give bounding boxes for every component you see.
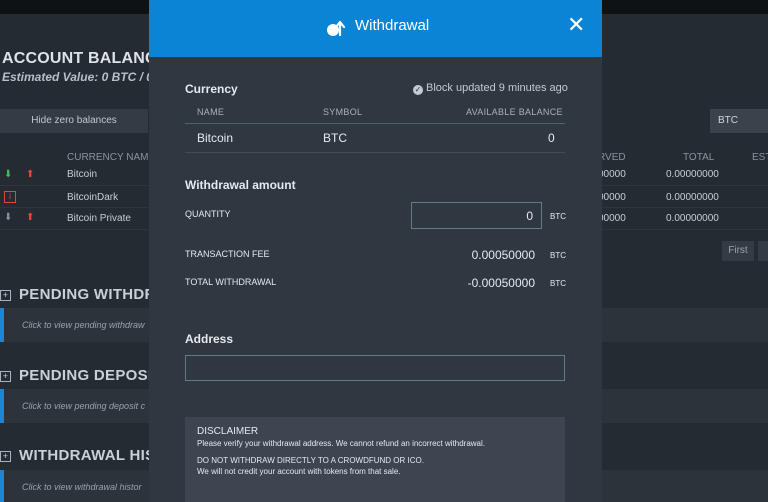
modal-header: Withdrawal ✕ (149, 0, 602, 57)
withdrawal-amount-label: Withdrawal amount (185, 178, 296, 192)
expand-icon[interactable]: + (0, 371, 11, 382)
next-page-button[interactable] (758, 241, 768, 261)
currency-name: BitcoinDark (67, 192, 119, 203)
check-circle-icon: ✓ (413, 85, 423, 95)
total-unit: BTC (550, 279, 566, 288)
table-divider (185, 123, 565, 124)
header-symbol: SYMBOL (323, 107, 363, 117)
section-hint: Click to view withdrawal histor (22, 482, 142, 492)
first-page-button[interactable]: First (722, 241, 754, 261)
section-pending-withdrawals-title[interactable]: + PENDING WITHDRA (0, 286, 167, 303)
deposit-icon[interactable]: ⬇ (4, 212, 12, 223)
column-currency-name[interactable]: CURRENCY NAME (67, 152, 155, 163)
reserved-value: 00000 (598, 213, 626, 224)
estimated-value: Estimated Value: 0 BTC / 0 (2, 70, 153, 84)
expand-icon[interactable]: + (0, 290, 11, 301)
header-available-balance: AVAILABLE BALANCE (466, 107, 563, 117)
reserved-value: 00000 (598, 169, 626, 180)
withdrawal-modal: Withdrawal ✕ Currency ✓ Block updated 9 m… (149, 0, 602, 502)
expand-icon[interactable]: + (0, 451, 11, 462)
fee-unit: BTC (550, 251, 566, 260)
accent-bar (0, 470, 4, 502)
quantity-label: QUANTITY (185, 209, 231, 219)
column-est[interactable]: EST (752, 152, 768, 163)
transaction-fee-label: TRANSACTION FEE (185, 249, 270, 259)
reserved-value: 00000 (598, 192, 626, 203)
quantity-input[interactable] (411, 202, 542, 229)
deposit-icon[interactable]: ⬇ (4, 169, 12, 180)
section-withdrawal-history-title[interactable]: + WITHDRAWAL HIS (0, 447, 155, 464)
address-input[interactable] (185, 355, 565, 381)
withdrawal-icon (327, 20, 346, 37)
disclaimer-title: DISCLAIMER (197, 426, 259, 437)
disclaimer-text: Please verify your withdrawal address. W… (197, 439, 485, 448)
total-withdrawal-label: TOTAL WITHDRAWAL (185, 277, 277, 287)
total-value: 0.00000000 (666, 192, 719, 203)
accent-bar (0, 308, 4, 342)
total-value: 0.00000000 (666, 169, 719, 180)
available-balance-cell: 0 (548, 131, 555, 145)
address-label: Address (185, 332, 234, 346)
table-divider (185, 152, 565, 153)
total-withdrawal-value: -0.00050000 (467, 276, 535, 290)
total-value: 0.00000000 (666, 213, 719, 224)
close-icon[interactable]: ✕ (567, 14, 585, 36)
withdraw-icon[interactable]: ⬆ (26, 212, 34, 223)
header-name: NAME (197, 107, 225, 117)
column-reserved[interactable]: RVED (598, 152, 626, 163)
section-hint: Click to view pending deposit c (22, 401, 146, 411)
quantity-unit: BTC (550, 212, 566, 221)
accent-bar (0, 389, 4, 423)
section-pending-deposits-title[interactable]: + PENDING DEPOSI (0, 367, 152, 384)
section-hint: Click to view pending withdraw (22, 320, 145, 330)
withdraw-icon[interactable]: ⬆ (26, 169, 34, 180)
block-updated-status: ✓ Block updated 9 minutes ago (413, 82, 568, 95)
disclaimer-box: DISCLAIMER Please verify your withdrawal… (185, 417, 565, 502)
transaction-fee-value: 0.00050000 (471, 248, 535, 262)
currency-name: Bitcoin Private (67, 213, 131, 224)
column-total[interactable]: TOTAL (683, 152, 714, 163)
disclaimer-warning: DO NOT WITHDRAW DIRECTLY TO A CROWDFUND … (197, 456, 424, 465)
hide-zero-button[interactable]: Hide zero balances (0, 109, 148, 133)
info-icon[interactable]: i (4, 191, 16, 203)
disclaimer-note: We will not credit your account with tok… (197, 467, 401, 476)
currency-select[interactable]: BTC (710, 109, 768, 133)
currency-label: Currency (185, 82, 238, 96)
modal-title: Withdrawal (355, 17, 430, 34)
currency-name: Bitcoin (67, 169, 98, 180)
currency-name-cell: Bitcoin (197, 131, 234, 145)
currency-symbol-cell: BTC (323, 131, 347, 145)
